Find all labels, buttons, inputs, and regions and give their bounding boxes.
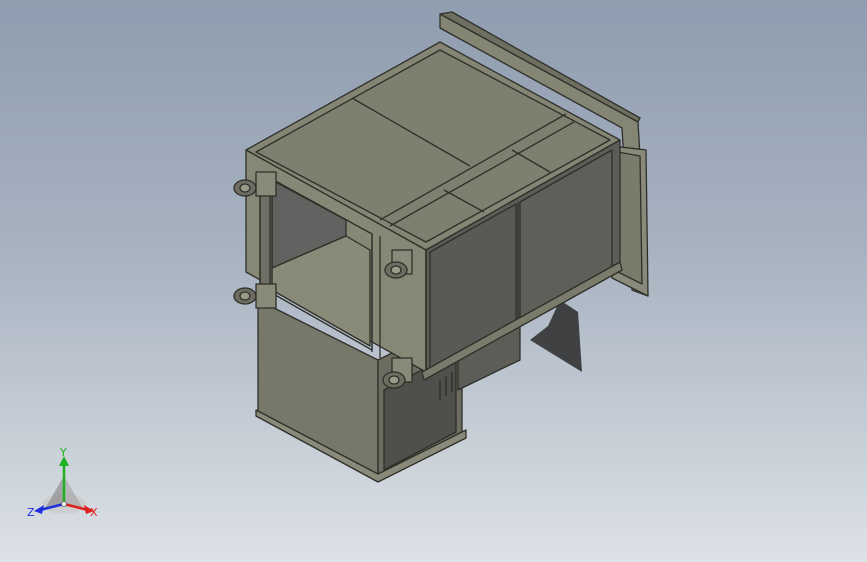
caster-bottom-left bbox=[233, 283, 277, 309]
z-axis-arrow bbox=[34, 505, 44, 514]
cad-model-enclosure[interactable] bbox=[0, 0, 867, 562]
graphics-viewport[interactable]: Y X Z bbox=[0, 0, 867, 562]
x-axis-label: X bbox=[90, 506, 98, 519]
z-axis-label: Z bbox=[27, 506, 35, 519]
y-axis-label: Y bbox=[59, 448, 67, 459]
axis-triad: Y X Z bbox=[27, 448, 98, 519]
triad-origin bbox=[61, 501, 67, 507]
